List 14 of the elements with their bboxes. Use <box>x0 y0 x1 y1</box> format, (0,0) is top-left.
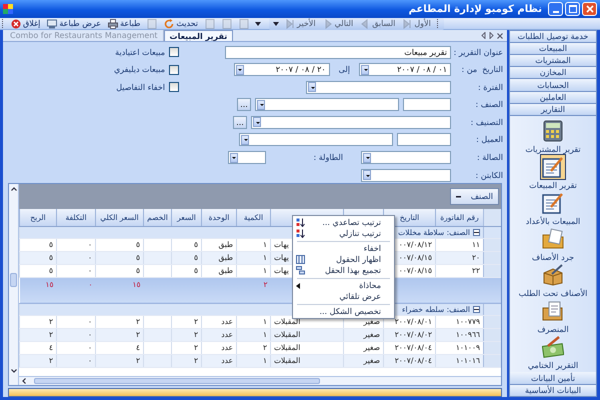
checkbox-label: اخفاء التفاصيل <box>116 82 165 92</box>
field-label: الطاولة : <box>314 153 343 162</box>
field-label: الكابتن : <box>474 170 503 180</box>
checkbox-label: مبيعات ديليفري <box>114 65 165 74</box>
field-label: التاريخ من : <box>460 65 503 74</box>
field-label: عنوان التقرير : <box>455 48 503 56</box>
field-label: العميل : <box>475 135 503 144</box>
window-title: نظام كومبو لإدارة المطاعم <box>408 4 542 14</box>
checkbox-label: مبيعات اعتيادية <box>115 48 165 56</box>
field-label: الفترة : <box>477 82 503 92</box>
field-label: الصالة : <box>476 153 503 162</box>
field-label: التصنيف : <box>470 118 503 127</box>
field-label: إلى <box>338 65 350 74</box>
field-label: الصنف : <box>474 100 503 110</box>
